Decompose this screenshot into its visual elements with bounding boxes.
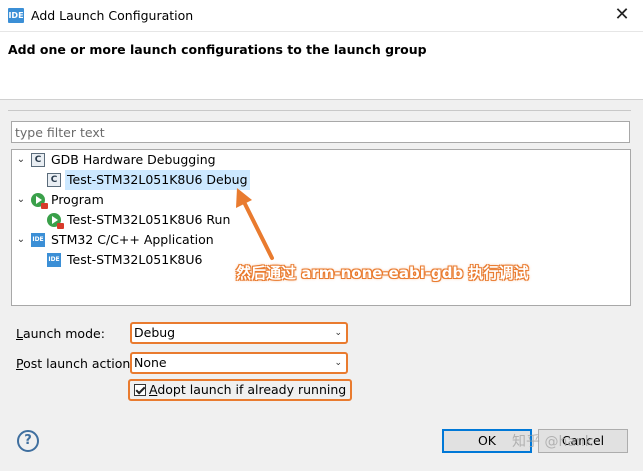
adopt-launch-checkbox[interactable]: Adopt launch if already running bbox=[128, 379, 353, 401]
watermark: 知乎 @hank bbox=[512, 434, 593, 450]
tree-group-label: Program bbox=[51, 192, 104, 207]
c-config-icon: C bbox=[47, 173, 61, 187]
chevron-down-icon: ⌄ bbox=[334, 358, 342, 368]
tree-group-label: GDB Hardware Debugging bbox=[51, 152, 216, 167]
tree-group-gdb-hardware-debugging[interactable]: ⌄ C GDB Hardware Debugging bbox=[12, 150, 630, 170]
c-config-icon: C bbox=[31, 153, 45, 167]
checkbox-checked-icon[interactable] bbox=[134, 383, 146, 396]
launch-mode-select[interactable]: Debug ⌄ bbox=[130, 322, 348, 344]
tree-group-stm32-cpp-application[interactable]: ⌄ IDE STM32 C/C++ Application bbox=[12, 230, 630, 250]
chevron-down-icon[interactable]: ⌄ bbox=[15, 190, 27, 210]
tree-item-test-stm32-run[interactable]: Test-STM32L051K8U6 Run bbox=[12, 210, 630, 230]
post-launch-action-value: None bbox=[134, 355, 167, 370]
tree-group-label: STM32 C/C++ Application bbox=[51, 232, 214, 247]
window-title: Add Launch Configuration bbox=[31, 8, 194, 23]
launch-mode-value: Debug bbox=[134, 325, 176, 340]
chevron-down-icon[interactable]: ⌄ bbox=[15, 150, 27, 170]
post-launch-action-select[interactable]: None ⌄ bbox=[130, 352, 348, 374]
chevron-down-icon: ⌄ bbox=[334, 328, 342, 338]
ide-icon: IDE bbox=[47, 253, 61, 267]
close-icon[interactable]: ✕ bbox=[611, 4, 633, 26]
header-message: Add one or more launch configurations to… bbox=[8, 42, 427, 57]
dialog-header: Add one or more launch configurations to… bbox=[0, 32, 643, 100]
tree-item-test-stm32-debug[interactable]: C Test-STM32L051K8U6 Debug bbox=[12, 170, 630, 190]
header-separator bbox=[8, 110, 631, 111]
help-icon[interactable]: ? bbox=[17, 430, 39, 452]
tree-item-label: Test-STM32L051K8U6 Run bbox=[67, 212, 231, 227]
ide-app-icon: IDE bbox=[8, 8, 24, 23]
filter-input[interactable] bbox=[11, 121, 630, 143]
tree-item-label: Test-STM32L051K8U6 bbox=[67, 252, 203, 267]
launch-mode-label: Launch mode: bbox=[16, 326, 105, 341]
post-launch-action-label: Post launch action: bbox=[16, 356, 135, 371]
ide-icon: IDE bbox=[31, 233, 45, 247]
run-program-icon bbox=[31, 193, 48, 209]
run-program-icon bbox=[47, 213, 64, 229]
title-bar: IDE Add Launch Configuration ✕ bbox=[0, 0, 643, 32]
tree-item-label: Test-STM32L051K8U6 Debug bbox=[65, 170, 250, 190]
adopt-label: dopt launch if already running bbox=[157, 382, 347, 397]
annotation-text: 然后通过 arm-none-eabi-gdb 执行调试 bbox=[236, 264, 529, 282]
chevron-down-icon[interactable]: ⌄ bbox=[15, 230, 27, 250]
tree-group-program[interactable]: ⌄ Program bbox=[12, 190, 630, 210]
